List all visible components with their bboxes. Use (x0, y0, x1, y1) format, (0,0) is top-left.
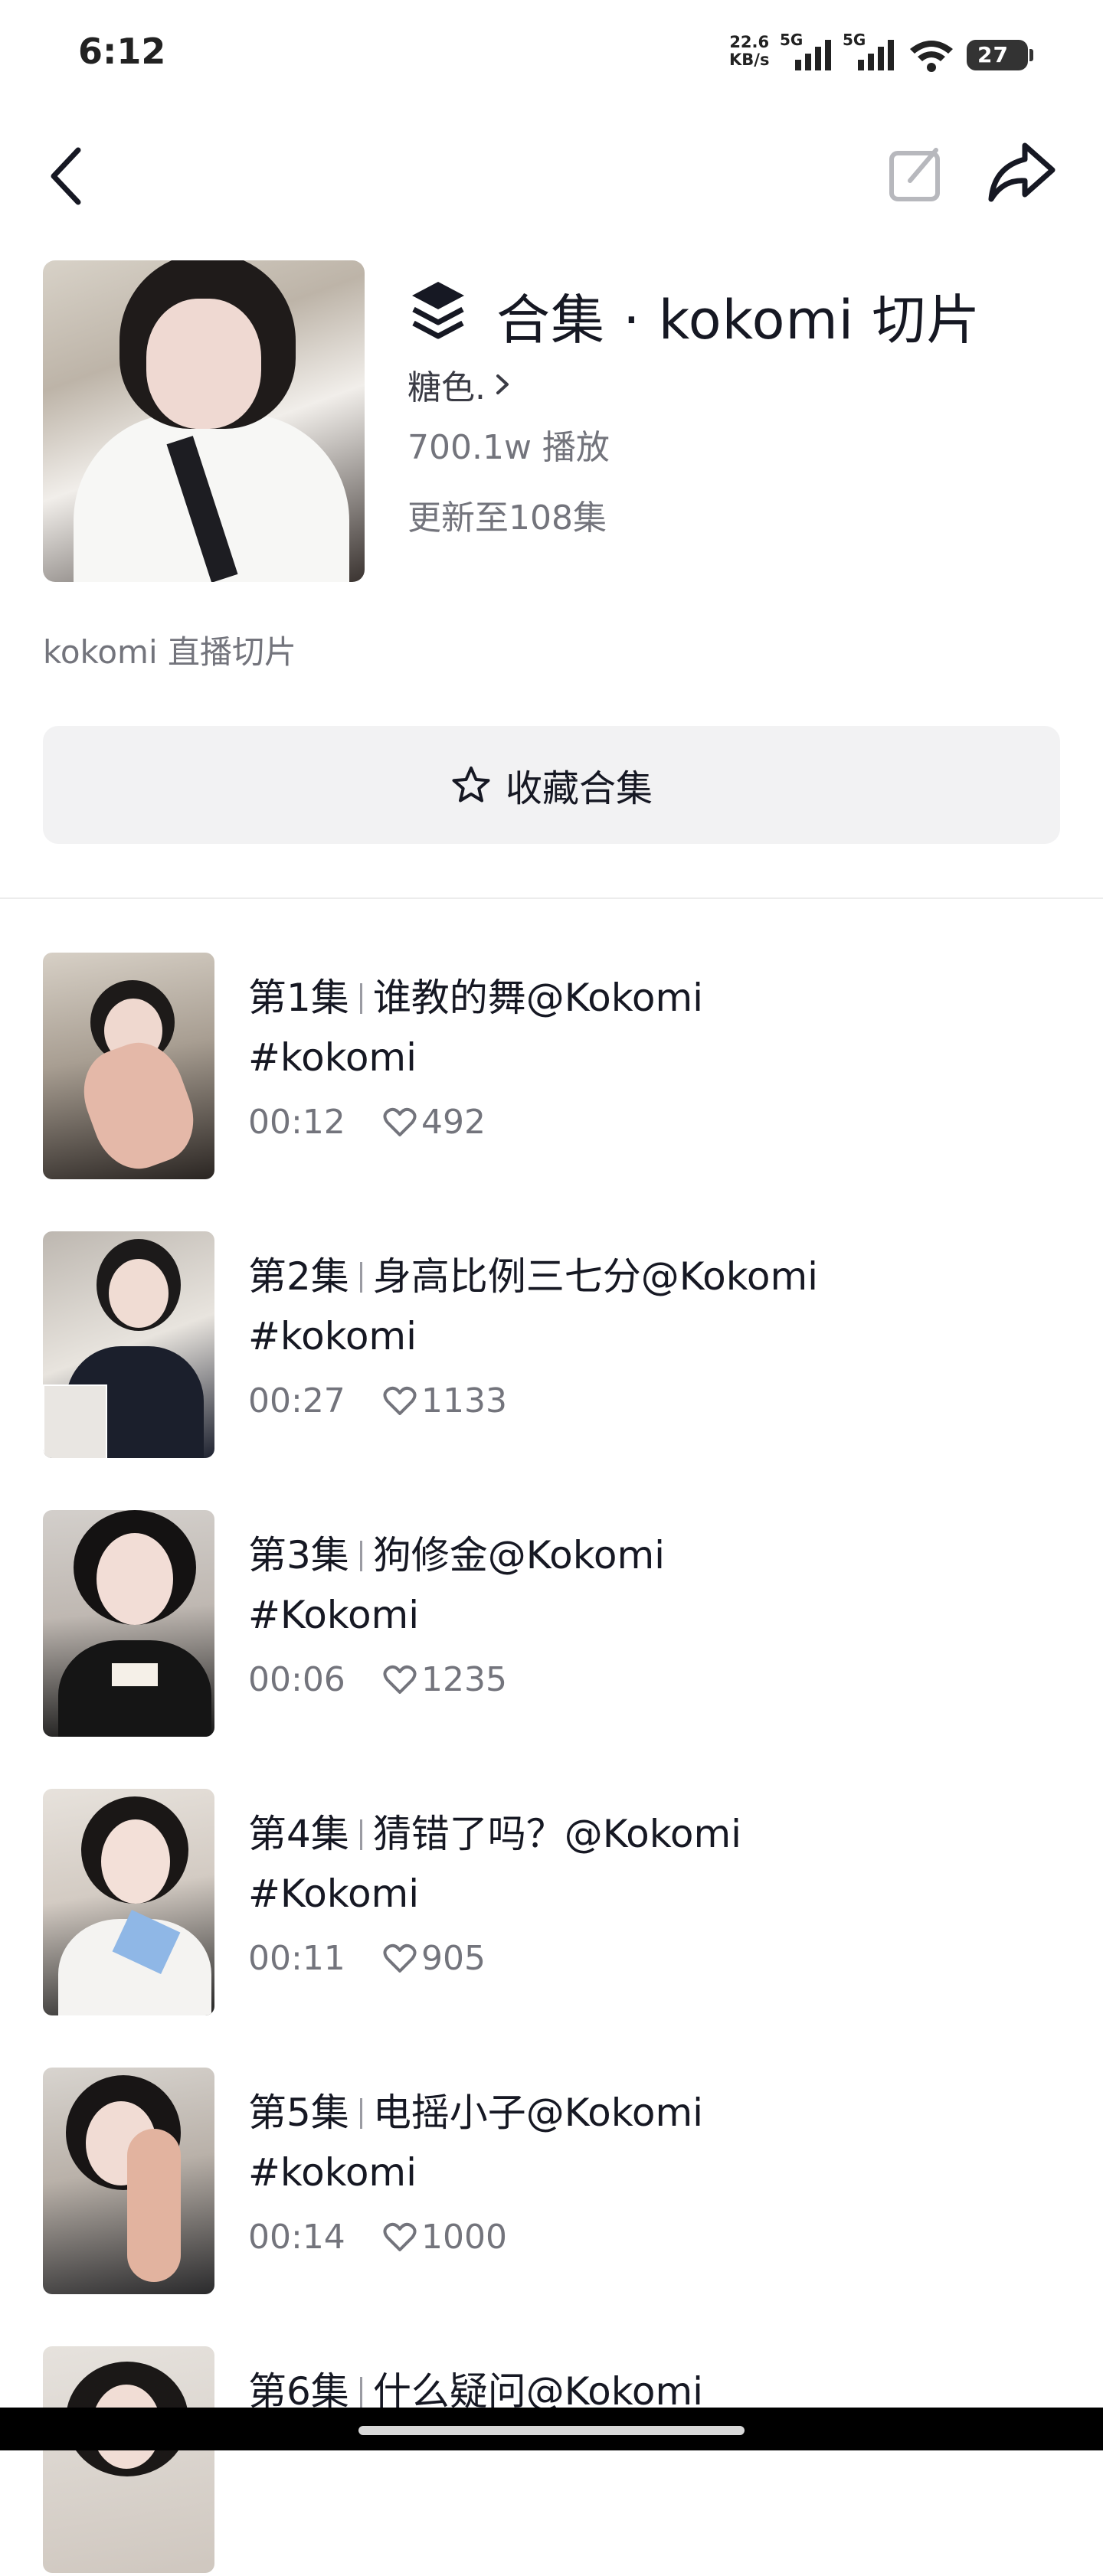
episode-meta: 00:12 492 (248, 1103, 486, 1142)
episode-item[interactable]: 第1集 谁教的舞@Kokomi #kokomi 00:12 492 (0, 953, 1103, 1182)
episode-item[interactable]: 第4集 猜错了吗？@Kokomi #Kokomi 00:11 905 (0, 1789, 1103, 2019)
signal-bars-2-icon (858, 40, 894, 70)
episode-number: 第5集 (248, 2091, 349, 2135)
episode-thumbnail (43, 1789, 214, 2015)
episode-tag: #Kokomi (248, 1872, 420, 1916)
episode-title: 第1集 谁教的舞@Kokomi #kokomi (248, 968, 1075, 1087)
episode-tag: #kokomi (248, 2150, 417, 2195)
episode-name: 谁教的舞@Kokomi (372, 976, 704, 1020)
section-divider (0, 897, 1103, 899)
battery-icon: 27 (967, 40, 1033, 70)
heart-icon (383, 1107, 417, 1136)
like-count: 1000 (421, 2218, 507, 2257)
episode-name: 电摇小子@Kokomi (372, 2091, 704, 2135)
episode-duration: 00:11 (248, 1939, 345, 1978)
episode-duration: 00:06 (248, 1660, 345, 1699)
episode-item[interactable]: 第5集 电摇小子@Kokomi #kokomi 00:14 1000 (0, 2068, 1103, 2297)
episode-duration: 00:12 (248, 1103, 345, 1142)
like-count: 492 (421, 1103, 486, 1142)
episode-tag: #Kokomi (248, 1593, 420, 1637)
episode-item[interactable]: 第6集 什么疑问@Kokomi (0, 2346, 1103, 2576)
episode-likes: 1000 (383, 2218, 507, 2257)
update-status: 更新至108集 (407, 499, 607, 538)
episode-thumbnail (43, 1231, 214, 1458)
episode-title: 第5集 电摇小子@Kokomi #kokomi (248, 2083, 1075, 2202)
status-time: 6:12 (78, 31, 166, 72)
heart-icon (383, 1665, 417, 1694)
episode-item[interactable]: 第3集 狗修金@Kokomi #Kokomi 00:06 1235 (0, 1510, 1103, 1740)
episode-meta: 00:14 1000 (248, 2218, 507, 2257)
episode-thumbnail (43, 953, 214, 1179)
episode-title: 第3集 狗修金@Kokomi #Kokomi (248, 1525, 1075, 1645)
episode-meta: 00:06 1235 (248, 1660, 507, 1699)
home-indicator[interactable] (358, 2426, 745, 2435)
episode-likes: 1235 (383, 1660, 507, 1699)
chevron-right-icon (496, 374, 509, 394)
episode-number: 第4集 (248, 1812, 349, 1856)
author-name: 糖色. (407, 368, 486, 407)
episode-name: 猜错了吗？@Kokomi (372, 1812, 742, 1856)
episode-tag: #kokomi (248, 1035, 417, 1080)
battery-level: 27 (977, 42, 1009, 67)
like-count: 905 (421, 1939, 486, 1978)
episode-thumbnail (43, 2068, 214, 2294)
episode-name: 身高比例三七分@Kokomi (372, 1254, 819, 1299)
collection-stack-icon (412, 282, 464, 339)
episode-thumbnail (43, 1510, 214, 1737)
episode-meta: 00:11 905 (248, 1939, 486, 1978)
like-count: 1133 (421, 1381, 507, 1420)
episode-item[interactable]: 第2集 身高比例三七分@Kokomi #kokomi 00:27 1133 (0, 1231, 1103, 1461)
episode-name: 狗修金@Kokomi (372, 1533, 666, 1577)
episode-tag: #kokomi (248, 1314, 417, 1358)
network-speed-unit: KB/s (729, 51, 770, 69)
heart-icon (383, 1943, 417, 1973)
episode-title: 第4集 猜错了吗？@Kokomi #Kokomi (248, 1804, 1075, 1924)
edit-icon[interactable] (887, 145, 945, 204)
episode-meta: 00:27 1133 (248, 1381, 507, 1420)
episode-number: 第3集 (248, 1533, 349, 1577)
star-icon (452, 767, 490, 803)
episode-likes: 905 (383, 1939, 486, 1978)
collect-collection-button[interactable]: 收藏合集 (43, 726, 1060, 844)
episode-title: 第2集 身高比例三七分@Kokomi #kokomi (248, 1247, 1075, 1366)
collection-description: kokomi 直播切片 (43, 633, 296, 671)
heart-icon (383, 2222, 417, 2251)
play-count: 700.1w 播放 (407, 428, 610, 467)
episode-number: 第1集 (248, 976, 349, 1020)
signal-bars-icon (795, 40, 831, 70)
episode-number: 第2集 (248, 1254, 349, 1299)
episode-likes: 492 (383, 1103, 486, 1142)
collect-label: 收藏合集 (505, 767, 653, 810)
wifi-icon (910, 41, 953, 72)
network-speed-value: 22.6 (729, 33, 770, 51)
author-link[interactable]: 糖色. (407, 360, 512, 409)
network-speed: 22.6 KB/s (729, 34, 769, 69)
back-icon[interactable] (44, 145, 87, 207)
episode-duration: 00:14 (248, 2218, 345, 2257)
episode-duration: 00:27 (248, 1381, 345, 1420)
heart-icon (383, 1386, 417, 1415)
episode-likes: 1133 (383, 1381, 507, 1420)
share-icon[interactable] (987, 141, 1057, 204)
collection-cover (43, 260, 365, 582)
episode-thumbnail (43, 2346, 214, 2573)
collection-title: 合集 · kokomi 切片 (496, 289, 981, 351)
like-count: 1235 (421, 1660, 507, 1699)
